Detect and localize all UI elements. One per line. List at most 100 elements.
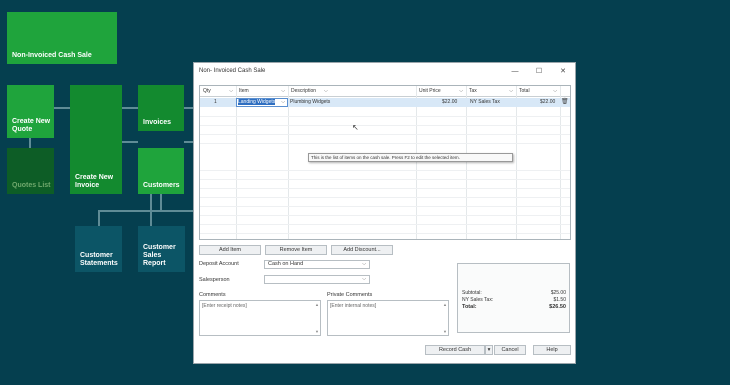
connector-line <box>160 194 162 210</box>
connector-line <box>184 107 193 109</box>
non-invoiced-cash-sale-tile[interactable]: Non-Invoiced Cash Sale <box>7 12 117 64</box>
grid-divider <box>200 134 570 135</box>
cancel-button[interactable]: Cancel <box>494 345 526 355</box>
comments-field[interactable]: [Enter receipt notes] ▲ ▼ <box>199 300 321 336</box>
maximize-icon[interactable]: ☐ <box>527 67 551 75</box>
tile-label: Create New Quote <box>12 118 51 133</box>
mouse-pointer-icon: ↖ <box>352 123 359 132</box>
comments-label: Comments <box>199 292 226 298</box>
tax-value: $1.50 <box>553 297 566 303</box>
connector-line <box>150 194 152 226</box>
connector-line <box>122 107 138 109</box>
remove-item-button[interactable]: Remove Item <box>265 245 327 255</box>
connector-line <box>98 210 100 226</box>
grid-divider <box>200 170 570 171</box>
chevron-down-icon: ⌵ <box>553 88 557 94</box>
item-value: Landing Widgets <box>238 99 276 105</box>
grid-divider <box>236 86 237 239</box>
help-button[interactable]: Help <box>533 345 571 355</box>
scroll-up-icon[interactable]: ▲ <box>315 302 319 307</box>
customer-sales-report-tile[interactable]: Customer Sales Report <box>138 226 185 272</box>
cash-sale-dialog: Non- Invoiced Cash Sale — ☐ ✕ Qty ⌵ Item ⌵… <box>193 62 576 364</box>
connector-line <box>54 107 70 109</box>
record-cash-button[interactable]: Record Cash <box>425 345 485 355</box>
grid-divider <box>560 86 561 239</box>
tile-label: Customer Sales Report <box>143 244 176 267</box>
col-tax[interactable]: Tax ⌵ <box>466 86 516 97</box>
create-new-quote-tile[interactable]: Create New Quote <box>7 85 54 138</box>
dialog-title: Non- Invoiced Cash Sale <box>199 68 266 74</box>
grid-divider <box>200 224 570 225</box>
totals-panel: Subtotal: $25.00 NY Sales Tax: $1.50 Total… <box>457 263 570 333</box>
col-label: Tax <box>469 88 477 94</box>
col-label: Unit Price <box>419 88 441 94</box>
chevron-down-icon: ⌵ <box>229 88 233 94</box>
private-comments-placeholder: [Enter internal notes] <box>330 303 377 309</box>
deposit-account-value: Cash on Hand <box>268 261 304 267</box>
description-cell[interactable]: Plumbing Widgets <box>290 98 330 107</box>
tile-label: Customer Statements <box>80 252 118 267</box>
col-label: Description <box>291 88 317 94</box>
connector-line <box>184 141 193 143</box>
col-description[interactable]: Description ⌵ <box>288 86 416 97</box>
tax-cell[interactable]: NY Sales Tax <box>470 98 500 107</box>
col-label: Item <box>239 88 249 94</box>
create-new-invoice-tile[interactable]: Create New Invoice <box>70 85 122 194</box>
scroll-up-icon[interactable]: ▲ <box>443 302 447 307</box>
chevron-down-icon: ⌵ <box>459 88 463 94</box>
subtotal-value: $25.00 <box>550 290 566 296</box>
subtotal-label: Subtotal: <box>462 290 482 296</box>
grid-divider <box>288 86 289 239</box>
title-bar[interactable]: Non- Invoiced Cash Sale — ☐ ✕ <box>194 63 575 79</box>
grid-divider <box>200 143 570 144</box>
grid-divider <box>466 86 467 239</box>
grid-tooltip: This is the list of items on the cash sa… <box>308 153 513 162</box>
col-unit-price[interactable]: Unit Price ⌵ <box>416 86 466 97</box>
salesperson-select[interactable]: ⌵ <box>264 275 370 284</box>
qty-cell[interactable]: 1 <box>214 98 217 107</box>
salesperson-label: Salesperson <box>199 277 230 283</box>
comments-placeholder: [Enter receipt notes] <box>202 303 247 309</box>
table-row[interactable]: 1 Landing Widgets ⌵ Plumbing Widgets $22.… <box>200 98 570 107</box>
record-cash-dropdown-icon[interactable]: ▾ <box>485 345 493 355</box>
scroll-down-icon[interactable]: ▼ <box>443 329 447 334</box>
tile-label: Quotes List <box>12 182 51 189</box>
total-cell[interactable]: $22.00 <box>540 98 555 107</box>
private-comments-field[interactable]: [Enter internal notes] ▲ ▼ <box>327 300 449 336</box>
total-label: Total: <box>462 304 477 310</box>
tile-label: Non-Invoiced Cash Sale <box>12 52 92 59</box>
grid-divider <box>200 215 570 216</box>
col-qty[interactable]: Qty ⌵ <box>200 86 236 97</box>
grid-divider <box>416 86 417 239</box>
col-total[interactable]: Total ⌵ <box>516 86 560 97</box>
chevron-down-icon: ⌵ <box>324 88 328 94</box>
grid-divider <box>200 233 570 234</box>
chevron-down-icon: ⌵ <box>509 88 513 94</box>
tax-label: NY Sales Tax: <box>462 297 494 303</box>
total-row: Total: $26.50 <box>462 304 566 310</box>
customers-tile[interactable]: Customers <box>138 148 184 194</box>
quotes-list-tile[interactable]: Quotes List <box>7 148 54 194</box>
connector-line <box>98 210 193 212</box>
col-item[interactable]: Item ⌵ <box>236 86 288 97</box>
grid-divider <box>200 179 570 180</box>
chevron-down-icon[interactable]: ⌵ <box>281 99 285 106</box>
grid-divider <box>200 206 570 207</box>
invoices-tile[interactable]: Invoices <box>138 85 184 131</box>
trash-icon[interactable]: 🗑 <box>561 98 569 107</box>
col-label: Qty <box>203 88 211 94</box>
item-field[interactable]: Landing Widgets ⌵ <box>236 98 288 107</box>
unit-price-cell[interactable]: $22.00 <box>442 98 457 107</box>
items-grid[interactable]: Qty ⌵ Item ⌵ Description ⌵ Unit Price ⌵ Tax ⌵… <box>199 85 571 240</box>
deposit-account-label: Deposit Account <box>199 261 239 267</box>
close-icon[interactable]: ✕ <box>551 67 575 75</box>
add-discount-button[interactable]: Add Discount... <box>331 245 393 255</box>
add-item-button[interactable]: Add Item <box>199 245 261 255</box>
customer-statements-tile[interactable]: Customer Statements <box>75 226 122 272</box>
grid-divider <box>516 86 517 239</box>
deposit-account-select[interactable]: Cash on Hand ⌵ <box>264 260 370 269</box>
minimize-icon[interactable]: — <box>503 68 527 75</box>
scroll-down-icon[interactable]: ▼ <box>315 329 319 334</box>
grid-divider <box>200 125 570 126</box>
grid-divider <box>200 197 570 198</box>
